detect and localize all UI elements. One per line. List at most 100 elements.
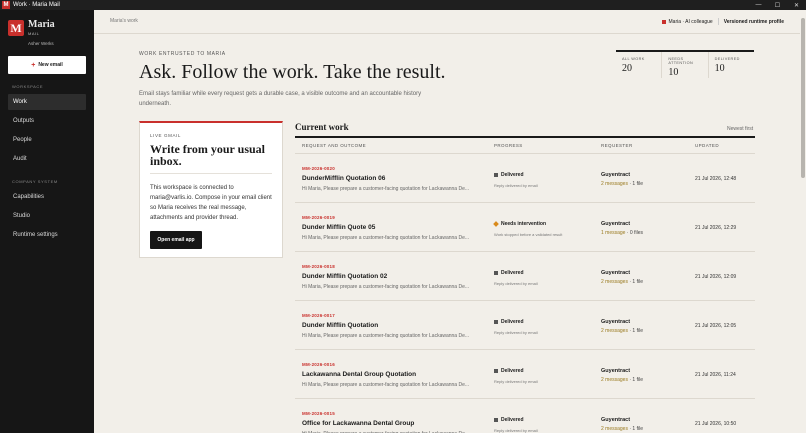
- file-count: · 1 file: [629, 181, 643, 187]
- status-badge: Needs intervention: [493, 221, 547, 227]
- company-system-section-label: COMPANY SYSTEM: [12, 179, 58, 184]
- brand-name: Maria: [28, 19, 55, 30]
- thread-meta: 2 messages · 1 file: [601, 328, 643, 334]
- current-work-title: Current work: [295, 122, 349, 132]
- case-title[interactable]: Lackawanna Dental Group Quotation: [302, 371, 416, 378]
- stat-label: ALL WORK: [622, 57, 645, 61]
- thread-meta: 2 messages · 1 file: [601, 377, 643, 383]
- scrollbar[interactable]: [800, 10, 806, 433]
- requester-name: Guyentract: [601, 417, 631, 423]
- table-row[interactable]: MM-2026-0015 Office for Lackawanna Dental…: [295, 399, 755, 433]
- message-count: 2 messages: [601, 279, 628, 285]
- brand[interactable]: M Maria MAIL: [8, 20, 55, 36]
- brand-subtitle: MAIL: [28, 31, 40, 36]
- brand-logo-icon: M: [8, 20, 24, 36]
- case-title[interactable]: Dunder Mifflin Quote 05: [302, 224, 375, 231]
- gmail-description: This workspace is connected to maria@var…: [150, 185, 272, 221]
- status-square-icon: [494, 369, 498, 373]
- sidebar-item-studio[interactable]: Studio: [8, 208, 86, 224]
- table-row[interactable]: MM-2026-0017 Dunder Mifflin Quotation Hi M…: [295, 301, 755, 350]
- status-badge: Delivered: [494, 270, 524, 276]
- status-note: Reply delivered by email: [494, 379, 538, 384]
- case-title[interactable]: DunderMifflin Quotation 06: [302, 175, 385, 182]
- file-count: · 1 file: [629, 426, 643, 432]
- case-title[interactable]: Dunder Mifflin Quotation 02: [302, 273, 387, 280]
- status-square-icon: [494, 418, 498, 422]
- message-count: 2 messages: [601, 426, 628, 432]
- app-logo-icon: M: [2, 1, 10, 9]
- column-header-updated[interactable]: UPDATED: [695, 143, 719, 148]
- scrollbar-thumb[interactable]: [801, 18, 805, 178]
- case-id: MM-2026-0020: [302, 166, 335, 171]
- status-note: Reply delivered by email: [494, 281, 538, 286]
- breadcrumb[interactable]: Maria's work: [110, 18, 138, 24]
- sidebar-item-people[interactable]: People: [8, 132, 86, 148]
- maximize-icon[interactable]: ☐: [768, 2, 787, 9]
- sidebar-item-capabilities[interactable]: Capabilities: [8, 189, 86, 205]
- file-count: · 0 files: [626, 230, 643, 236]
- status-label: Delivered: [501, 368, 524, 374]
- column-header-request[interactable]: REQUEST AND OUTCOME: [302, 143, 366, 148]
- table-row[interactable]: MM-2026-0019 Dunder Mifflin Quote 05 Hi Ma…: [295, 203, 755, 252]
- requester-name: Guyentract: [601, 368, 631, 374]
- message-count: 2 messages: [601, 181, 628, 187]
- divider: [717, 18, 719, 25]
- sidebar-item-outputs[interactable]: Outputs: [8, 113, 86, 129]
- close-icon[interactable]: ✕: [787, 2, 806, 9]
- requester-name: Guyentract: [601, 319, 631, 325]
- versioned-profile-label[interactable]: Versioned runtime profile: [724, 19, 784, 25]
- stat-needs-attention[interactable]: NEEDS ATTENTION 10: [661, 52, 707, 78]
- status-badge: Delivered: [494, 368, 524, 374]
- thread-meta: 2 messages · 1 file: [601, 181, 643, 187]
- case-snippet: Hi Maria, Please prepare a customer-faci…: [302, 382, 470, 388]
- file-count: · 1 file: [629, 328, 643, 334]
- new-email-button[interactable]: + New email: [8, 56, 86, 74]
- status-label: Delivered: [501, 319, 524, 325]
- thread-meta: 2 messages · 1 file: [601, 279, 643, 285]
- status-label: Delivered: [501, 270, 524, 276]
- status-note: Work stopped before a validated result: [494, 232, 563, 237]
- stat-all-work[interactable]: ALL WORK 20: [616, 52, 661, 78]
- updated-timestamp: 21 Jul 2026, 12:09: [695, 274, 737, 280]
- status-label: Delivered: [501, 172, 524, 178]
- sidebar-item-runtime-settings[interactable]: Runtime settings: [8, 227, 86, 243]
- status-badge: Delivered: [494, 417, 524, 423]
- status-note: Reply delivered by email: [494, 330, 538, 335]
- sidebar-item-work[interactable]: Work: [8, 94, 86, 110]
- warning-icon: [493, 221, 499, 227]
- status-note: Reply delivered by email: [494, 183, 538, 188]
- file-count: · 1 file: [629, 377, 643, 383]
- case-id: MM-2026-0015: [302, 411, 335, 416]
- colleague-status-icon: [661, 19, 666, 24]
- case-title[interactable]: Office for Lackawanna Dental Group: [302, 420, 414, 427]
- sidebar-item-audit[interactable]: Audit: [8, 151, 86, 167]
- table-row[interactable]: MM-2026-0020 DunderMifflin Quotation 06 Hi…: [295, 154, 755, 203]
- sort-dropdown[interactable]: Newest first: [727, 126, 753, 132]
- open-email-app-button[interactable]: Open email app: [150, 231, 202, 249]
- thread-meta: 1 message · 0 files: [601, 230, 643, 236]
- table-row[interactable]: MM-2026-0018 Dunder Mifflin Quotation 02 H…: [295, 252, 755, 301]
- colleague-label: Maria · AI colleague: [668, 18, 713, 25]
- stat-label: DELIVERED: [714, 57, 740, 61]
- case-id: MM-2026-0017: [302, 313, 335, 318]
- status-badge: Delivered: [494, 319, 524, 325]
- account-name: Asher Werks: [28, 41, 54, 46]
- stats-panel: ALL WORK 20 NEEDS ATTENTION 10 DELIVERED…: [616, 50, 754, 78]
- table-row[interactable]: MM-2026-0016 Lackawanna Dental Group Quot…: [295, 350, 755, 399]
- hero-intro: Email stays familiar while every request…: [139, 91, 422, 107]
- divider: [295, 136, 755, 138]
- minimize-icon[interactable]: —: [749, 2, 768, 8]
- status-label: Needs intervention: [501, 221, 547, 227]
- message-count: 2 messages: [601, 328, 628, 334]
- case-title[interactable]: Dunder Mifflin Quotation: [302, 322, 378, 329]
- topbar-status: Maria · AI colleague Versioned runtime p…: [661, 18, 784, 25]
- stat-delivered[interactable]: DELIVERED 10: [707, 52, 754, 78]
- column-header-requester[interactable]: REQUESTER: [601, 143, 633, 148]
- thread-meta: 2 messages · 1 file: [601, 426, 643, 432]
- message-count: 1 message: [601, 230, 626, 236]
- requester-name: Guyentract: [601, 221, 631, 227]
- column-header-progress[interactable]: PROGRESS: [494, 143, 523, 148]
- updated-timestamp: 21 Jul 2026, 11:24: [695, 372, 736, 378]
- live-gmail-card: LIVE GMAIL Write from your usual inbox. …: [139, 121, 283, 258]
- case-snippet: Hi Maria, Please prepare a customer-faci…: [302, 284, 470, 290]
